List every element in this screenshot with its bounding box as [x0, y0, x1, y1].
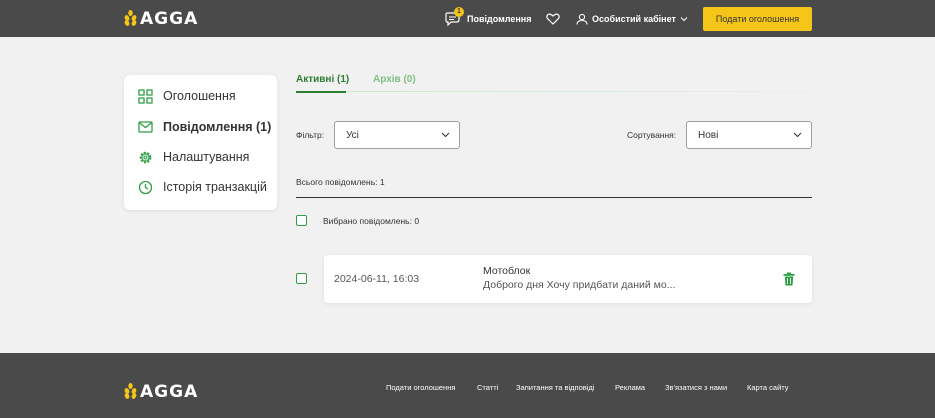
filter-select-value: Усі	[346, 129, 359, 141]
message-card[interactable]: 2024-06-11, 16:03 Мотоблок Доброго дня Х…	[324, 255, 812, 303]
sort-label: Сортування:	[627, 130, 677, 140]
message-preview: Доброго дня Хочу придбати даний мо...	[483, 279, 676, 291]
chevron-down-icon	[441, 132, 450, 138]
footer-link-sitemap[interactable]: Карта сайту	[747, 383, 789, 392]
message-date: 2024-06-11, 16:03	[334, 273, 420, 285]
sort-select-value: Нові	[698, 129, 719, 141]
favorites-link[interactable]	[546, 0, 560, 37]
logo-text: AGGA	[140, 9, 199, 29]
sidebar-item-ads[interactable]: Оголошення	[137, 86, 236, 106]
user-icon	[576, 13, 588, 25]
heart-icon	[546, 13, 560, 25]
gear-icon	[137, 149, 153, 165]
message-title: Мотоблок	[483, 265, 531, 277]
tabs-divider	[296, 91, 812, 92]
sort-select[interactable]: Нові	[686, 121, 812, 149]
footer-link-post-ad[interactable]: Подати оголошення	[386, 383, 455, 392]
footer-link-faq[interactable]: Запитання та відповіді	[516, 383, 594, 392]
sidebar-item-label: Повідомлення (1)	[163, 120, 272, 134]
select-all-checkbox[interactable]	[296, 215, 307, 226]
header-logo[interactable]: AGGA	[124, 9, 198, 29]
sidebar-item-label: Історія транзакцій	[163, 180, 267, 194]
trash-icon[interactable]	[783, 272, 795, 286]
list-divider	[296, 197, 812, 198]
post-ad-button[interactable]: Подати оголошення	[703, 7, 812, 31]
envelope-icon	[137, 119, 153, 135]
header-messages-link[interactable]: 1 Повідомлення	[445, 0, 531, 37]
tab-archive[interactable]: Архів (0)	[373, 74, 416, 85]
total-messages-count: Всього повідомлень: 1	[296, 177, 385, 187]
filter-label: Фільтр:	[296, 130, 325, 140]
sidebar-item-label: Налаштування	[163, 150, 250, 164]
clock-icon	[137, 179, 153, 195]
cabinet-label: Особистий кабінет	[592, 13, 676, 24]
wheat-logo-icon	[124, 10, 137, 26]
active-tab-indicator	[296, 91, 346, 93]
cabinet-dropdown[interactable]: Особистий кабінет	[576, 0, 688, 37]
sidebar-item-label: Оголошення	[163, 89, 236, 103]
message-checkbox[interactable]	[296, 273, 307, 284]
messages-count-badge: 1	[454, 6, 464, 17]
sidebar-item-transactions[interactable]: Історія транзакцій	[137, 177, 267, 197]
sidebar-item-settings[interactable]: Налаштування	[137, 147, 249, 167]
tab-active[interactable]: Активні (1)	[296, 74, 349, 85]
footer-link-advertising[interactable]: Реклама	[615, 383, 645, 392]
sidebar-item-messages[interactable]: Повідомлення (1)	[137, 117, 271, 137]
messages-label: Повідомлення	[467, 13, 532, 24]
footer-link-articles[interactable]: Статті	[477, 383, 498, 392]
grid-icon	[137, 88, 153, 104]
chevron-down-icon	[793, 132, 802, 138]
footer-link-contact[interactable]: Зв'язатися з нами	[665, 383, 727, 392]
wheat-logo-icon	[124, 383, 137, 399]
logo-text: AGGA	[140, 382, 199, 402]
chevron-down-icon	[680, 16, 688, 21]
top-header: AGGA 1 Повідомлення Особистий кабінет По…	[0, 0, 935, 37]
account-sidebar: Оголошення Повідомлення (1) Налаштування	[124, 75, 277, 210]
selected-messages-count: Вибрано повідомлень: 0	[323, 216, 420, 226]
site-footer: AGGA Подати оголошення Статті Запитання …	[0, 353, 935, 418]
filter-select[interactable]: Усі	[334, 121, 460, 149]
footer-logo[interactable]: AGGA	[124, 382, 198, 402]
